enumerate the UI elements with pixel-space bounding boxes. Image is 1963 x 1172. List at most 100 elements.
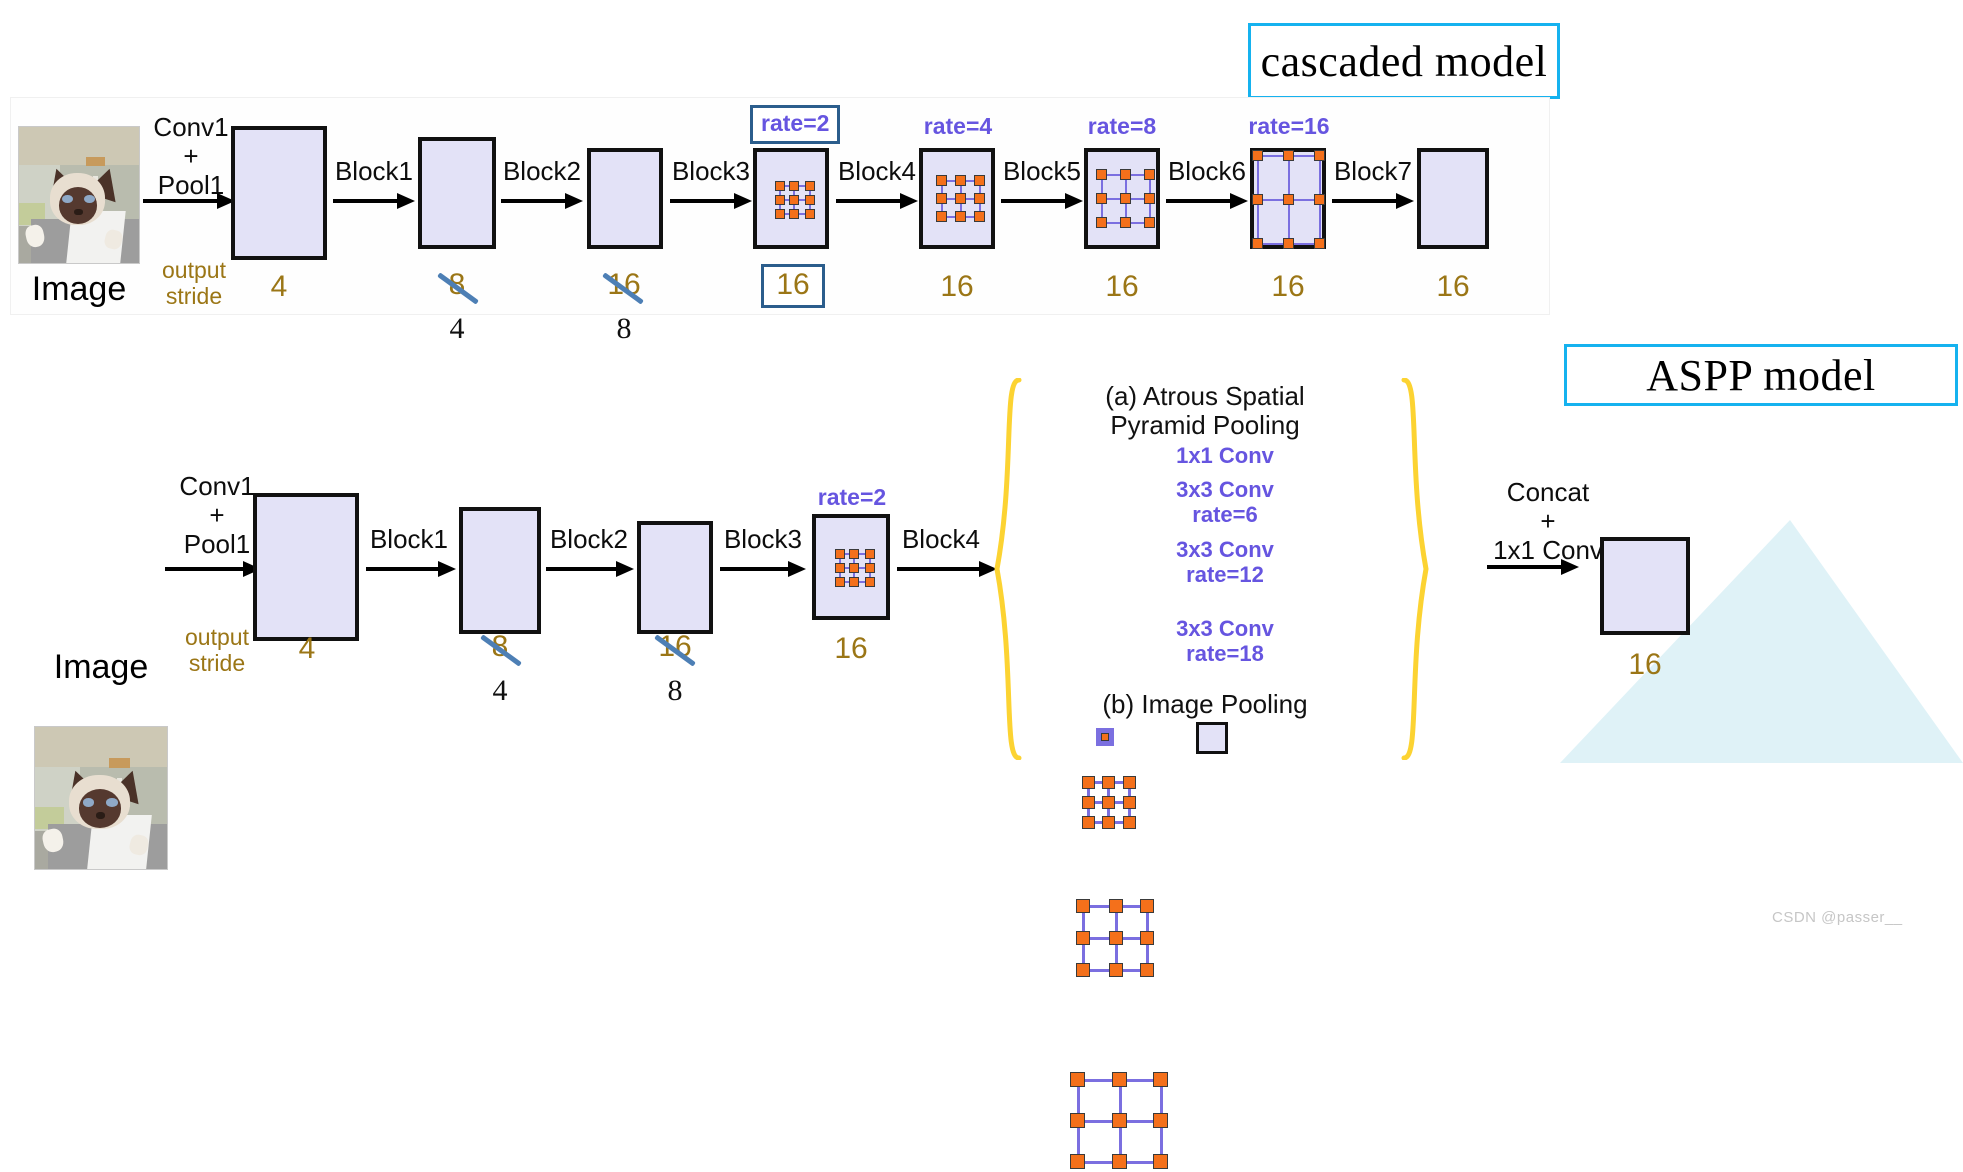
aspp-kernel-rate6 — [1082, 776, 1138, 832]
arrow-block5-cascaded — [1001, 193, 1083, 209]
stride-value-7: 16 — [1271, 270, 1305, 303]
aspp-branch-label-rate18: 3x3 Conv rate=18 — [1105, 616, 1345, 666]
feature-block-4-aspp — [812, 514, 890, 620]
brace-right-aspp-panel — [1401, 378, 1429, 760]
atrous-kernel-rate4-cascaded — [936, 174, 986, 226]
feature-block-3-cascaded — [587, 148, 663, 249]
concat-line1: Concat — [1506, 477, 1590, 507]
stride-revised-2: 4 — [449, 312, 465, 345]
aspp-kernel-1x1-conv — [1096, 728, 1114, 746]
flow-label-block2-aspp: Block2 — [549, 524, 629, 554]
rate-label-8-cascaded: rate=8 — [1087, 113, 1157, 139]
arrow-block2-cascaded — [501, 193, 583, 209]
stride-value-1: 4 — [270, 270, 288, 303]
aspp-branch-3-line1: 3x3 Conv — [1176, 537, 1274, 562]
cascaded-model-title-text: cascaded model — [1260, 36, 1548, 86]
stride-value-cell-4-cascaded: 16 — [755, 264, 831, 308]
arrow-block3-cascaded — [670, 193, 752, 209]
output-stride-label-line2: stride — [165, 282, 223, 309]
flow-label-line1: Conv1 — [153, 112, 229, 142]
input-image-thumbnail-aspp — [34, 726, 168, 870]
stride-value-cell-2-cascaded: 8 4 — [418, 268, 496, 346]
flow-label-conv1-pool1-cascaded: Conv1 + Pool1 — [145, 112, 237, 200]
aspp-kernel-rate12 — [1076, 899, 1160, 979]
flow-label-block1-cascaded: Block1 — [334, 156, 414, 186]
aspp-branch-label-rate6: 3x3 Conv rate=6 — [1105, 477, 1345, 527]
stride-revised-aspp-2: 4 — [492, 674, 508, 707]
flow-label-block3-aspp: Block3 — [723, 524, 803, 554]
stride-revised-3: 8 — [616, 312, 632, 345]
feature-block-8-cascaded — [1417, 148, 1489, 249]
flow-label-block3-cascaded: Block3 — [671, 156, 751, 186]
arrow-conv1-pool1-aspp — [165, 561, 261, 577]
stride-value-4-boxed: 16 — [761, 264, 825, 308]
aspp-output-stride-value: 16 — [1628, 648, 1662, 681]
aspp-model-title-box: ASPP model — [1564, 344, 1958, 406]
output-stride-label-line1: output — [162, 257, 226, 283]
aspp-panel-heading-a: (a) Atrous Spatial Pyramid Pooling — [1010, 382, 1400, 439]
aspp-heading-a-line1: (a) Atrous Spatial — [1105, 381, 1305, 411]
aspp-branch-label-1x1: 1x1 Conv — [1105, 443, 1345, 469]
aspp-output-block — [1600, 537, 1690, 635]
aspp-branch-2-line1: 3x3 Conv — [1176, 477, 1274, 502]
stride-value-cell-2-aspp: 8 4 — [459, 630, 541, 708]
feature-block-4-cascaded — [753, 148, 829, 249]
output-stride-label-cascaded: output stride — [148, 257, 240, 310]
feature-block-5-cascaded — [919, 148, 995, 249]
input-image-thumbnail-cascaded — [18, 126, 140, 264]
atrous-kernel-rate8-cascaded — [1096, 168, 1156, 234]
flow-label-line2: + — [183, 141, 199, 172]
flow-label-block6-cascaded: Block6 — [1167, 156, 1247, 186]
aspp-heading-a-line2: Pyramid Pooling — [1110, 409, 1300, 440]
cascaded-model-title-box: cascaded model — [1248, 23, 1560, 99]
feature-block-2-cascaded — [418, 137, 496, 249]
feature-block-1-cascaded — [231, 126, 327, 260]
arrow-block3-aspp — [720, 561, 806, 577]
aspp-branch-4-line2: rate=18 — [1186, 640, 1264, 666]
feature-block-3-aspp — [637, 521, 713, 634]
stride-value-6: 16 — [1105, 270, 1139, 303]
atrous-kernel-rate2-cascaded — [775, 180, 815, 220]
stride-value-cell-6-cascaded: 16 — [1084, 270, 1160, 304]
aspp-branch-4-line1: 3x3 Conv — [1176, 616, 1274, 641]
aspp-branch-1-line1: 1x1 Conv — [1176, 443, 1274, 468]
arrow-block4-cascaded — [836, 193, 918, 209]
arrow-conv1-pool1-cascaded — [143, 193, 235, 209]
output-stride-label-aspp-line2: stride — [188, 649, 246, 676]
flow-label-aspp-line2: + — [209, 500, 225, 531]
arrow-block2-aspp — [546, 561, 634, 577]
output-stride-label-aspp: output stride — [170, 624, 264, 677]
aspp-branch-2-line2: rate=6 — [1192, 501, 1258, 527]
flow-label-block2-cascaded: Block2 — [502, 156, 582, 186]
image-pooling-block — [1196, 722, 1228, 754]
flow-label-aspp-line3: Pool1 — [183, 529, 251, 560]
stride-value-cell-3-aspp: 16 8 — [635, 630, 715, 708]
flow-label-block4-cascaded: Block4 — [837, 156, 917, 186]
image-label-cascaded: Image — [31, 270, 127, 308]
stride-value-aspp-4: 16 — [834, 632, 868, 665]
stride-value-cell-7-cascaded: 16 — [1250, 270, 1326, 304]
aspp-branch-3-line2: rate=12 — [1186, 561, 1264, 587]
feature-block-7-cascaded — [1250, 148, 1326, 249]
stride-value-aspp-1: 4 — [298, 632, 316, 665]
aspp-model-title-text: ASPP model — [1646, 350, 1876, 400]
feature-block-2-aspp — [459, 507, 541, 634]
atrous-kernel-rate2-aspp — [835, 548, 875, 588]
arrow-block1-cascaded — [333, 193, 415, 209]
flow-label-concat-1x1conv: Concat + 1x1 Conv — [1482, 477, 1614, 565]
feature-block-1-aspp — [253, 493, 359, 641]
flow-label-block4-aspp: Block4 — [901, 524, 981, 554]
flow-label-block7-cascaded: Block7 — [1333, 156, 1413, 186]
aspp-kernel-rate18 — [1070, 1072, 1176, 1172]
feature-block-6-cascaded — [1084, 148, 1160, 249]
image-label-aspp: Image — [53, 648, 149, 686]
csdn-watermark: CSDN @passer__ — [1772, 909, 1903, 926]
stride-value-cell-5-cascaded: 16 — [919, 270, 995, 304]
rate-label-4-cascaded: rate=4 — [923, 113, 993, 139]
atrous-kernel-rate16-cascaded — [1251, 149, 1329, 253]
flow-label-conv1-pool1-aspp: Conv1 + Pool1 — [168, 471, 266, 560]
stride-value-cell-8-cascaded: 16 — [1417, 270, 1489, 304]
stride-value-cell-4-aspp: 16 — [812, 632, 890, 666]
stride-value-5: 16 — [940, 270, 974, 303]
arrow-block7-cascaded — [1332, 193, 1414, 209]
